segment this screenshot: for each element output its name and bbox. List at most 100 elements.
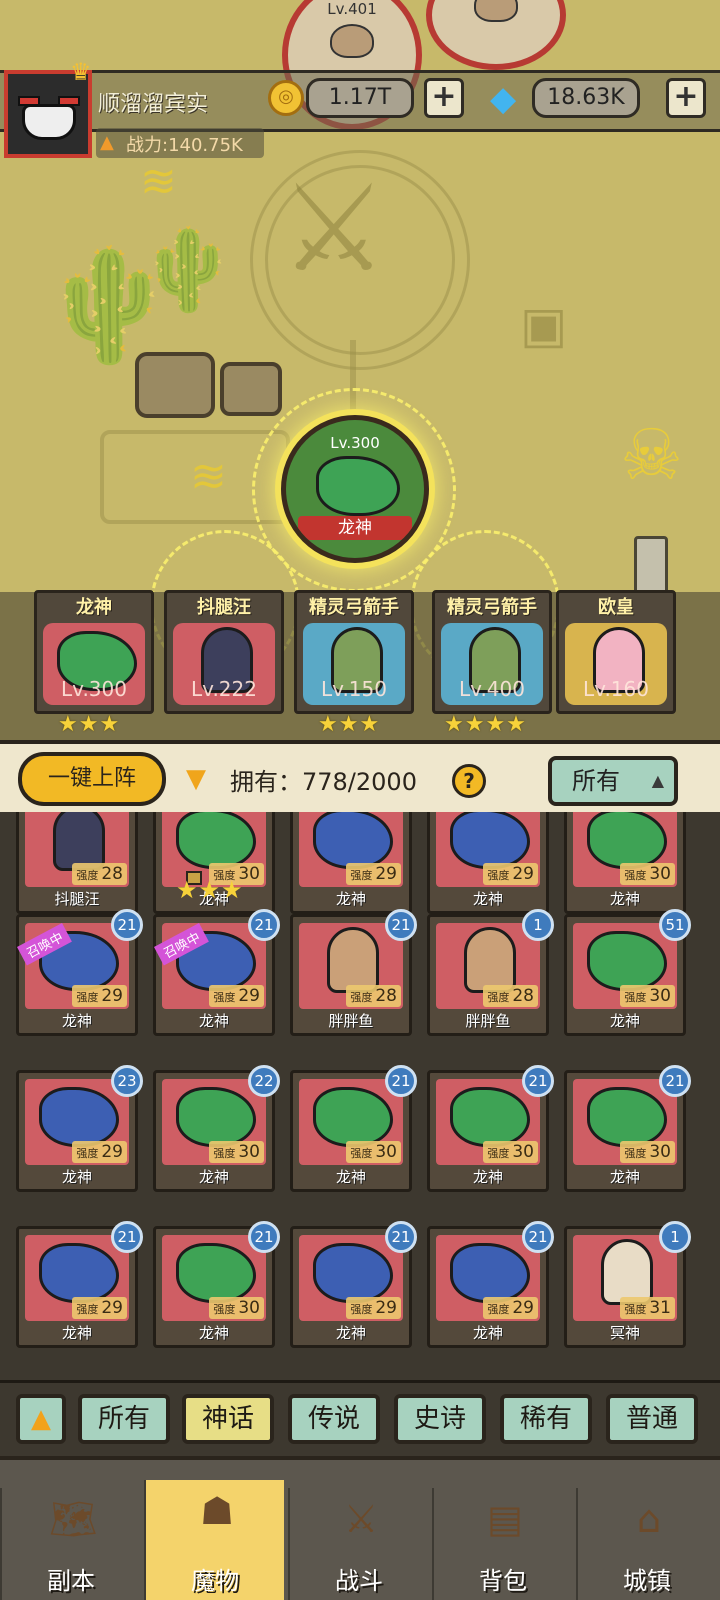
monster-card[interactable]: 强度 29 龙神 21 [16, 1221, 143, 1348]
team-slot-card[interactable]: 龙神 Lv.300 [34, 590, 154, 714]
monster-name: 龙神 [335, 1324, 366, 1342]
strength-badge: 强度 29 [209, 985, 264, 1007]
team-slot-art: Lv.400 [441, 623, 543, 705]
player-name: 顺溜溜宾实 [98, 92, 209, 117]
monster-name: 龙神 [472, 1168, 503, 1186]
team-slot-level: Lv.300 [61, 677, 127, 701]
monster-card[interactable]: 强度 28 抖腿汪 [16, 812, 138, 914]
monster-card[interactable]: 强度 31 冥神 1 [564, 1221, 691, 1348]
duplicate-count-badge: 51 [659, 909, 691, 941]
chevron-up-icon: ▲ [31, 1404, 51, 1434]
monster-name: 胖胖鱼 [328, 1012, 374, 1030]
combat-power-value: 战力:140.75K [126, 135, 243, 156]
monster-card[interactable]: 强度 30 龙神 51 [564, 909, 691, 1036]
blue-dragon-art [39, 1087, 119, 1147]
monster-card[interactable]: 强度 29 龙神 [427, 812, 549, 914]
strength-value: 31 [649, 1298, 671, 1318]
nav-item-label: 魔物 [191, 1567, 239, 1595]
rarity-tab[interactable]: 所有 [78, 1394, 170, 1444]
nav-item[interactable]: ☗ 魔物 [144, 1480, 284, 1600]
strength-label: 强度 [487, 1303, 510, 1316]
rarity-tab[interactable]: 普通 [606, 1394, 698, 1444]
team-slot-stars: ★★★ [58, 712, 121, 737]
team-slot-card[interactable]: 精灵弓箭手 Lv.400 [432, 590, 552, 714]
team-slot-stars: ★★★ [318, 712, 381, 737]
vip-crown-icon: ♛ [70, 58, 92, 86]
nav-item[interactable]: 🗺 副本 [0, 1488, 140, 1600]
strength-label: 强度 [213, 1147, 236, 1160]
app-root: ⚔ 🌵 🌵 ☠ ▣ ≋ ≋ Lv.401 Lv.300 龙神 ♛ 顺溜溜宾实 ▲… [0, 0, 720, 1600]
strength-label: 强度 [350, 869, 373, 882]
team-slot-name: 精灵弓箭手 [447, 597, 537, 618]
nav-item[interactable]: ⌂ 城镇 [576, 1488, 716, 1600]
collapse-toggle-button[interactable]: ▲ [16, 1394, 66, 1444]
nav-item[interactable]: ▤ 背包 [432, 1488, 572, 1600]
strength-value: 29 [101, 986, 123, 1006]
blue-dragon-art [450, 1243, 530, 1303]
rarity-tab[interactable]: 神话 [182, 1394, 274, 1444]
monster-card[interactable]: 强度 30 龙神 21 [290, 1065, 417, 1192]
strength-value: 29 [375, 864, 397, 884]
owned-count: 拥有：778/2000 [230, 768, 417, 796]
add-coins-button[interactable]: + [424, 78, 464, 118]
enemy-face [330, 24, 374, 58]
duplicate-count-badge: 21 [385, 1065, 417, 1097]
strength-label: 强度 [624, 1147, 647, 1160]
strength-value: 29 [375, 1298, 397, 1318]
strength-badge: 强度 29 [72, 985, 127, 1007]
monster-card[interactable]: 强度 28 胖胖鱼 1 [427, 909, 554, 1036]
monster-card[interactable]: 强度 30 龙神 22 [153, 1065, 280, 1192]
monster-card[interactable]: 强度 30 龙神 21 [564, 1065, 691, 1192]
auto-deploy-button[interactable]: 一键上阵 [18, 752, 166, 806]
arrow-down-icon: ▼ [186, 764, 206, 794]
strength-label: 强度 [350, 991, 373, 1004]
team-slot-stars: ★★★★ [444, 712, 527, 737]
monster-roster-grid: 强度 28 抖腿汪 强度 30 龙神 强度 29 龙神 强度 29 龙神 强度 30 龙神 强度 29 龙神 21 召… [0, 812, 720, 1380]
rarity-tab[interactable]: 传说 [288, 1394, 380, 1444]
monster-name: 龙神 [335, 890, 366, 908]
team-slot-art: Lv.150 [303, 623, 405, 705]
strength-badge: 强度 31 [620, 1297, 675, 1319]
strength-label: 强度 [213, 991, 236, 1004]
monster-card[interactable]: 强度 28 胖胖鱼 21 [290, 909, 417, 1036]
green-dragon-art [313, 1087, 393, 1147]
monster-card[interactable]: 强度 30 龙神 21 [153, 1221, 280, 1348]
add-gems-button[interactable]: + [666, 78, 706, 118]
strength-value: 28 [101, 864, 123, 884]
active-monster-circle[interactable]: Lv.300 龙神 [281, 415, 429, 563]
nav-item-label: 城镇 [623, 1567, 671, 1595]
strength-label: 强度 [350, 1303, 373, 1316]
rarity-tab[interactable]: 稀有 [500, 1394, 592, 1444]
rarity-tab[interactable]: 史诗 [394, 1394, 486, 1444]
monster-card[interactable]: 强度 29 龙神 21 [290, 1221, 417, 1348]
enemy-portrait-2[interactable] [426, 0, 566, 70]
roster-filter-dropdown[interactable]: 所有 ▲ [548, 756, 678, 806]
green-dragon-art [587, 812, 667, 869]
monster-card[interactable]: 强度 29 龙神 21 召唤中 [153, 909, 280, 1036]
help-icon[interactable]: ? [452, 764, 486, 798]
strength-value: 29 [101, 1298, 123, 1318]
monster-card[interactable]: 强度 29 龙神 [290, 812, 412, 914]
monster-card[interactable]: 强度 29 龙神 21 召唤中 [16, 909, 143, 1036]
monster-card[interactable]: 强度 29 龙神 23 [16, 1065, 143, 1192]
team-slot-card[interactable]: 欧皇 Lv.160 [556, 590, 676, 714]
monster-card[interactable]: 强度 30 龙神 21 [427, 1065, 554, 1192]
monster-card[interactable]: 强度 29 龙神 21 [427, 1221, 554, 1348]
strength-badge: 强度 29 [483, 1297, 538, 1319]
nav-item[interactable]: ⚔ 战斗 [288, 1488, 428, 1600]
team-slot-card[interactable]: 抖腿汪 Lv.222 [164, 590, 284, 714]
blue-dragon-art [450, 812, 530, 869]
strength-badge: 强度 29 [483, 863, 538, 885]
monster-card[interactable]: 强度 30 龙神 [564, 812, 686, 914]
strength-badge: 强度 29 [72, 1297, 127, 1319]
dragon-god-art [316, 456, 400, 516]
roster-filter-label: 所有 [572, 767, 620, 795]
strength-value: 30 [649, 864, 671, 884]
strength-value: 28 [512, 986, 534, 1006]
angel-art [601, 1239, 653, 1305]
coin-balance: 1.17T [306, 78, 414, 118]
team-slot-card[interactable]: 精灵弓箭手 Lv.150 [294, 590, 414, 714]
active-monster-level: Lv.300 [330, 434, 380, 452]
enemy-level: Lv.401 [327, 0, 377, 18]
backpack-icon: ▤ [487, 1497, 523, 1541]
